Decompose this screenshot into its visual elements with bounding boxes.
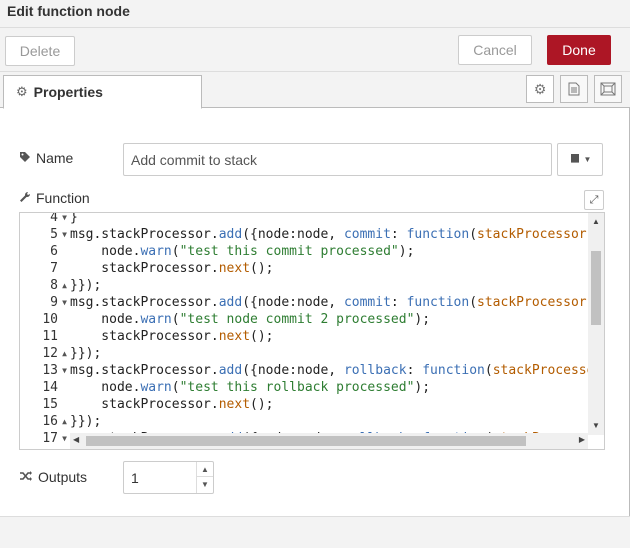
fold-end-icon[interactable]: ▲ xyxy=(62,413,67,430)
horizontal-scroll-thumb[interactable] xyxy=(86,436,526,446)
outputs-stepper[interactable]: 1 ▲ ▼ xyxy=(123,461,214,494)
function-label-text: Function xyxy=(36,190,90,206)
code-line[interactable]: node.warn("test this commit processed"); xyxy=(70,243,414,260)
line-number: 6 xyxy=(50,244,58,259)
line-number: 12 ▲ xyxy=(42,345,67,362)
fold-collapse-icon[interactable]: ▼ xyxy=(62,213,67,226)
tray-title: Edit function node xyxy=(7,3,130,19)
vertical-scroll-thumb[interactable] xyxy=(591,251,601,325)
vertical-scrollbar[interactable]: ▲ ▼ xyxy=(588,213,604,435)
code-line[interactable]: }}); xyxy=(70,413,101,430)
tray-toolbar: Delete Cancel Done xyxy=(0,28,630,72)
name-input[interactable]: Add commit to stack xyxy=(123,143,552,176)
line-number: 10 xyxy=(42,312,58,327)
stepper-arrows: ▲ ▼ xyxy=(196,462,213,493)
outputs-label: Outputs xyxy=(19,469,87,485)
tab-properties-label: Properties xyxy=(33,84,103,100)
fold-collapse-icon[interactable]: ▼ xyxy=(62,294,67,311)
scroll-right-icon[interactable]: ▶ xyxy=(579,435,585,444)
shuffle-icon xyxy=(19,470,33,485)
line-number: 13 ▼ xyxy=(42,362,67,379)
decrement-button[interactable]: ▼ xyxy=(197,477,213,492)
scroll-up-icon[interactable]: ▲ xyxy=(592,217,600,226)
book-icon xyxy=(569,153,581,167)
appearance-tab-button[interactable] xyxy=(594,75,622,103)
fold-end-icon[interactable]: ▲ xyxy=(62,345,67,362)
code-line[interactable]: node.warn("test this rollback processed"… xyxy=(70,379,430,396)
code-line[interactable]: msg.stackProcessor.add({node:node, commi… xyxy=(70,226,588,243)
tag-icon xyxy=(19,151,31,166)
settings-tab-button[interactable]: ⚙ xyxy=(526,75,554,103)
line-number: 14 xyxy=(42,380,58,395)
tray-footer xyxy=(0,516,630,548)
line-number: 11 xyxy=(42,329,58,344)
line-number: 16 ▲ xyxy=(42,413,67,430)
description-tab-button[interactable] xyxy=(560,75,588,103)
line-number: 5 ▼ xyxy=(50,226,67,243)
line-number: 4 ▼ xyxy=(20,213,70,226)
function-label: Function xyxy=(19,190,90,206)
outputs-label-text: Outputs xyxy=(38,469,88,485)
code-line[interactable]: } xyxy=(70,213,78,226)
line-number: 7 xyxy=(50,261,58,276)
tab-bar: ⚙ Properties ⚙ xyxy=(0,72,630,109)
code-editor[interactable]: 4▼5▼678▲9▼101112▲13▼141516▲17▼18 }msg.st… xyxy=(19,212,605,450)
scroll-left-icon[interactable]: ◀ xyxy=(73,435,79,444)
outputs-value[interactable]: 1 xyxy=(131,470,139,486)
line-number: 18 xyxy=(20,447,70,449)
fold-collapse-icon[interactable]: ▼ xyxy=(62,226,67,243)
description-icon xyxy=(568,82,580,96)
library-button[interactable]: ▼ xyxy=(557,143,603,176)
line-number: 17 ▼ xyxy=(42,430,67,447)
wrench-icon xyxy=(19,191,31,206)
caret-up-icon: ▲ xyxy=(201,464,209,474)
gear-icon: ⚙ xyxy=(533,80,547,97)
fold-collapse-icon[interactable]: ▼ xyxy=(62,362,67,379)
expand-editor-button[interactable]: ⤢ xyxy=(584,190,604,210)
fold-end-icon[interactable]: ▲ xyxy=(62,277,67,294)
line-number: 8 ▲ xyxy=(50,277,67,294)
tray-header: Edit function node xyxy=(0,0,630,28)
code-area[interactable]: } msg.stackProcessor.add({node:node, comm… xyxy=(70,213,588,433)
gear-icon: ⚙ xyxy=(16,84,28,99)
code-line[interactable]: msg.stackProcessor.add({node:node, rollb… xyxy=(70,362,588,379)
caret-down-icon: ▼ xyxy=(201,480,209,489)
code-line[interactable]: stackProcessor.next(); xyxy=(70,260,273,277)
code-line[interactable]: node.warn("test node commit 2 processed"… xyxy=(70,311,430,328)
cancel-button[interactable]: Cancel xyxy=(458,35,532,65)
increment-button[interactable]: ▲ xyxy=(197,462,213,477)
code-line[interactable]: msg.stackProcessor.add({node:node, commi… xyxy=(70,294,588,311)
line-number: 15 xyxy=(42,397,58,412)
appearance-icon xyxy=(600,82,616,96)
delete-button[interactable]: Delete xyxy=(5,36,75,66)
code-line[interactable]: }}); xyxy=(70,277,101,294)
name-label: Name xyxy=(19,150,73,166)
line-gutter: 4▼5▼6 78▲9▼10 1112▲13▼14 1516▲17▼18 xyxy=(20,213,70,449)
edit-tray: Edit function node Delete Cancel Done ⚙ … xyxy=(0,0,630,548)
code-line[interactable]: stackProcessor.next(); xyxy=(70,396,273,413)
fold-collapse-icon[interactable]: ▼ xyxy=(62,430,67,447)
done-button[interactable]: Done xyxy=(547,35,611,65)
name-label-text: Name xyxy=(36,150,74,166)
caret-down-icon: ▼ xyxy=(583,155,592,164)
expand-icon: ⤢ xyxy=(589,193,599,206)
code-line[interactable]: }}); xyxy=(70,345,101,362)
scroll-down-icon[interactable]: ▼ xyxy=(592,421,600,430)
tab-properties[interactable]: ⚙ Properties xyxy=(3,75,202,109)
horizontal-scrollbar[interactable]: ◀ ▶ xyxy=(70,433,588,449)
code-line[interactable]: stackProcessor.next(); xyxy=(70,328,273,345)
line-number: 9 ▼ xyxy=(50,294,67,311)
